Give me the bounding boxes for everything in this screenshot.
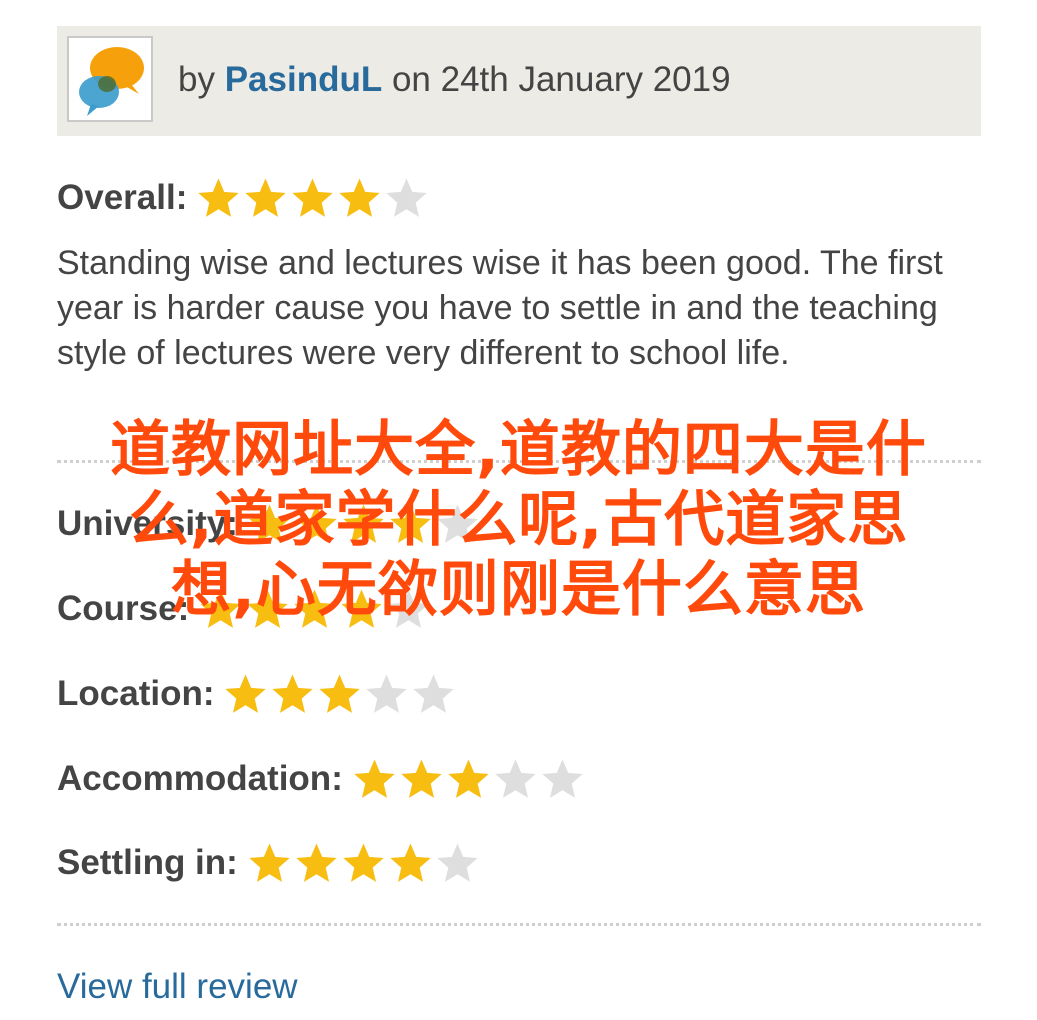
- star-icon: [225, 674, 267, 713]
- review-text: Standing wise and lectures wise it has b…: [57, 244, 943, 372]
- divider-top: [57, 460, 981, 463]
- star-icon: [343, 504, 384, 543]
- star-icon: [198, 178, 240, 217]
- overall-label: Overall:: [57, 178, 188, 217]
- divider-bottom: [57, 923, 981, 926]
- rating-stars-accommodation: [351, 756, 586, 803]
- star-icon: [245, 178, 287, 217]
- star-icon: [354, 759, 395, 798]
- rating-label-location: Location:: [57, 674, 215, 713]
- star-icon: [296, 843, 337, 882]
- star-icon: [437, 504, 478, 543]
- star-icon: [294, 589, 335, 628]
- star-icon: [272, 674, 314, 713]
- speech-bubbles-logo: [79, 47, 144, 116]
- rating-label-accommodation: Accommodation:: [57, 759, 343, 798]
- rating-stars-university: [246, 501, 481, 548]
- rating-row-university: University:: [57, 498, 481, 550]
- rating-stars-location: [222, 671, 457, 718]
- star-icon: [448, 759, 489, 798]
- rating-row-accommodation: Accommodation:: [57, 753, 586, 805]
- star-icon: [542, 759, 583, 798]
- star-icon: [296, 504, 337, 543]
- star-icon: [390, 843, 431, 882]
- star-icon: [388, 589, 429, 628]
- avatar: [67, 36, 153, 122]
- rating-stars-course: [197, 586, 432, 633]
- star-icon: [249, 504, 290, 543]
- rating-label-settling-in: Settling in:: [57, 843, 238, 882]
- star-icon: [413, 674, 455, 713]
- view-full-review-link[interactable]: View full review: [57, 965, 298, 1009]
- review-date: on 24th January 2019: [391, 60, 731, 99]
- author-link[interactable]: PasinduL: [225, 60, 383, 99]
- star-icon: [437, 843, 478, 882]
- star-icon: [341, 589, 382, 628]
- star-icon: [249, 843, 290, 882]
- rating-row-location: Location:: [57, 668, 457, 720]
- byline-prefix: by: [178, 60, 215, 99]
- rating-label-university: University:: [57, 504, 238, 543]
- byline: by PasinduL on 24th January 2019: [178, 58, 731, 102]
- review-header: by PasinduL on 24th January 2019: [57, 26, 981, 136]
- star-icon: [366, 674, 408, 713]
- star-icon: [292, 178, 334, 217]
- rating-stars-settling-in: [246, 840, 481, 887]
- rating-label-course: Course:: [57, 589, 190, 628]
- overlay-line: 道教网址大全,道教的四大是什: [110, 415, 927, 485]
- star-icon: [339, 178, 381, 217]
- star-icon: [401, 759, 442, 798]
- star-icon: [390, 504, 431, 543]
- star-icon: [200, 589, 241, 628]
- star-icon: [495, 759, 536, 798]
- overall-rating: Overall:: [57, 172, 430, 224]
- star-icon: [343, 843, 384, 882]
- star-icon: [386, 178, 428, 217]
- overall-stars: [195, 175, 430, 222]
- rating-row-course: Course:: [57, 583, 432, 635]
- star-icon: [247, 589, 288, 628]
- star-icon: [319, 674, 361, 713]
- rating-row-settling-in: Settling in:: [57, 837, 481, 889]
